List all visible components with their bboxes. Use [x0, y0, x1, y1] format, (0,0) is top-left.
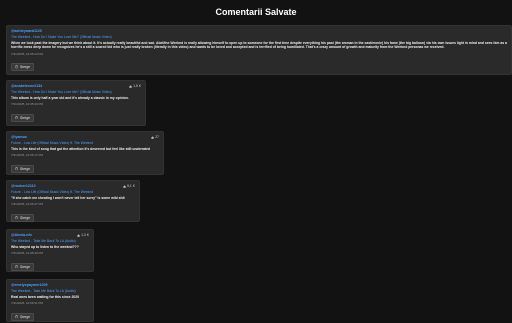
comment-author[interactable]: @lyamos	[11, 135, 27, 139]
thumbs-up-icon	[77, 233, 80, 237]
saved-comment-card: @lyamos 27 Future - Low Life (Official M…	[6, 131, 164, 175]
delete-label: Șterge	[20, 65, 30, 70]
delete-label: Șterge	[20, 115, 30, 120]
comment-author[interactable]: @anabelzone2134	[11, 84, 42, 88]
comment-text: This album is only half a year old and i…	[11, 96, 129, 100]
like-count: 1,3 K	[77, 233, 89, 237]
saved-comment-card: @emelyepaymer1209 The Weeknd - Take Me B…	[6, 279, 94, 322]
delete-label: Șterge	[20, 215, 30, 220]
comment-text: Real ones been waiting for this since 20…	[11, 295, 80, 299]
saved-comment-card: @Alexia-nfn 1,3 K The Weeknd - Take Me B…	[6, 229, 94, 272]
comment-date: 7/31/2025, 10:05:34 PM	[11, 102, 44, 107]
comment-text: Who stayed up to listen to the weeknd???	[11, 245, 79, 249]
video-title-link[interactable]: The Weeknd - Take Me Back To LA (Audio)	[11, 289, 89, 293]
saved-comment-card: @roober12110 5,1 K Future - Low Life (Of…	[6, 180, 140, 222]
like-count: 1,5 K	[129, 84, 141, 88]
saved-comment-card: @anabelzone2134 1,5 K The Weeknd - How D…	[6, 80, 146, 126]
like-count: 27	[151, 135, 159, 139]
trash-icon	[15, 265, 18, 269]
trash-icon	[15, 216, 18, 220]
delete-label: Șterge	[20, 314, 30, 319]
delete-button[interactable]: Șterge	[11, 164, 34, 173]
trash-icon	[15, 65, 18, 69]
comment-date: 7/31/2025, 10:06:51 PM	[11, 301, 44, 306]
like-count: 5,1 K	[123, 184, 135, 188]
comment-date: 7/31/2025, 10:06:17 PM	[11, 153, 44, 158]
comment-author[interactable]: @emelyepaymer1209	[11, 283, 47, 287]
comment-author[interactable]: @Alexia-nfn	[11, 233, 32, 237]
comment-author[interactable]: @ashleyward1120	[11, 29, 42, 33]
comment-date: 7/31/2025, 10:06:27 PM	[11, 202, 44, 207]
saved-comment-card: @ashleyward1120 The Weeknd - How Do I Ma…	[6, 25, 512, 75]
video-title-link[interactable]: Future - Low Life (Official Music Video)…	[11, 141, 159, 145]
delete-button[interactable]: Șterge	[11, 262, 34, 271]
comment-date: 7/31/2025, 10:05:24 PM	[11, 51, 44, 56]
video-title-link[interactable]: The Weeknd - How Do I Make You Love Me? …	[11, 90, 141, 94]
trash-icon	[15, 315, 18, 319]
comment-text: This is the kind of song that got the at…	[11, 147, 151, 151]
delete-label: Șterge	[20, 166, 30, 171]
delete-label: Șterge	[20, 264, 30, 269]
page-title: Comentarii Salvate	[215, 7, 297, 17]
delete-button[interactable]: Șterge	[11, 113, 34, 122]
video-title-link[interactable]: The Weeknd - Take Me Back To LA (Audio)	[11, 239, 89, 243]
trash-icon	[15, 167, 18, 171]
delete-button[interactable]: Șterge	[11, 213, 34, 222]
delete-button[interactable]: Șterge	[11, 63, 34, 72]
comment-text: When we look past the imagery but we thi…	[11, 41, 507, 50]
comment-date: 7/31/2025, 10:06:40 PM	[11, 251, 44, 256]
thumbs-up-icon	[129, 84, 132, 88]
video-title-link[interactable]: The Weeknd - How Do I Make You Love Me? …	[11, 35, 507, 39]
comment-author[interactable]: @roober12110	[11, 184, 36, 188]
thumbs-up-icon	[151, 135, 155, 139]
comment-text: "If she catch me cheating I won't never …	[11, 196, 125, 200]
thumbs-up-icon	[123, 184, 126, 188]
video-title-link[interactable]: Future - Low Life (Official Music Video)…	[11, 190, 135, 194]
trash-icon	[15, 116, 18, 120]
